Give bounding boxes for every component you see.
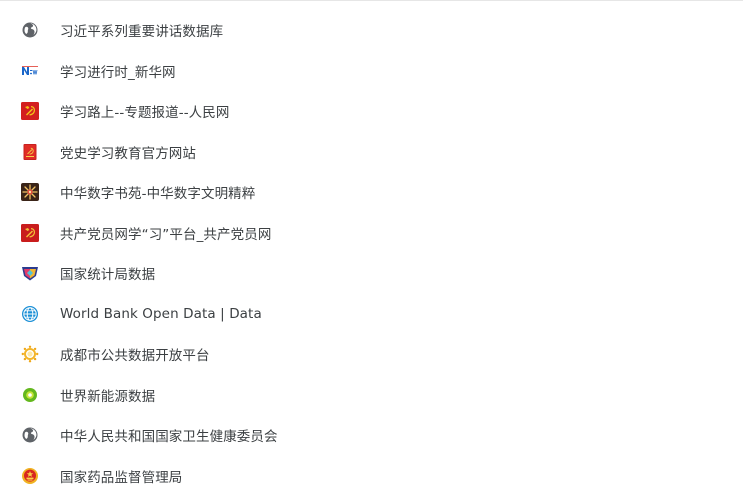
- bookmark-label: 世界新能源数据: [60, 389, 156, 405]
- bookmark-item[interactable]: World Bank Open Data | Data: [0, 294, 743, 334]
- bookmark-item[interactable]: 党史学习教育官方网站: [0, 132, 743, 172]
- bookmark-item[interactable]: 学习进行时_新华网: [0, 51, 743, 91]
- xinhua-news-icon: [21, 62, 39, 80]
- bookmark-label: 国家统计局数据: [60, 267, 156, 283]
- sun-ring-icon: [21, 345, 39, 363]
- bookmark-label: World Bank Open Data | Data: [60, 306, 262, 322]
- bookmark-item[interactable]: 中华人民共和国国家卫生健康委员会: [0, 415, 743, 455]
- bookmark-label: 成都市公共数据开放平台: [60, 348, 210, 364]
- world-bank-globe-icon: [21, 305, 39, 323]
- national-emblem-icon: [21, 467, 39, 485]
- green-circle-icon: [21, 386, 39, 404]
- bookmark-item[interactable]: 中华数字书苑-中华数字文明精粹: [0, 172, 743, 212]
- party-history-book-icon: [21, 143, 39, 161]
- bookmark-panel: 习近平系列重要讲话数据库 学习进行时_新华网 学习路上--专题报道--人民网 党…: [0, 0, 743, 500]
- stats-shield-icon: [21, 264, 39, 282]
- bookmark-item[interactable]: 成都市公共数据开放平台: [0, 334, 743, 374]
- party-emblem-icon: [21, 224, 39, 242]
- bookmark-label: 中华人民共和国国家卫生健康委员会: [60, 429, 278, 445]
- bookmark-label: 党史学习教育官方网站: [60, 146, 196, 162]
- bookmark-label: 国家药品监督管理局: [60, 470, 183, 486]
- starburst-icon: [21, 183, 39, 201]
- bookmark-item[interactable]: 共产党员网学“习”平台_共产党员网: [0, 213, 743, 253]
- bookmark-label: 学习路上--专题报道--人民网: [60, 105, 230, 121]
- bookmark-label: 学习进行时_新华网: [60, 65, 176, 81]
- bookmark-item[interactable]: 国家药品监督管理局: [0, 456, 743, 496]
- bookmark-label: 习近平系列重要讲话数据库: [60, 24, 224, 40]
- globe-icon: [21, 426, 39, 444]
- bookmark-item[interactable]: 学习路上--专题报道--人民网: [0, 91, 743, 131]
- bookmark-label: 中华数字书苑-中华数字文明精粹: [60, 186, 256, 202]
- bookmark-item[interactable]: 习近平系列重要讲话数据库: [0, 10, 743, 50]
- bookmark-item[interactable]: 国家统计局数据: [0, 253, 743, 293]
- bookmark-label: 共产党员网学“习”平台_共产党员网: [60, 227, 272, 243]
- party-emblem-icon: [21, 102, 39, 120]
- bookmark-item[interactable]: 世界新能源数据: [0, 375, 743, 415]
- globe-icon: [21, 21, 39, 39]
